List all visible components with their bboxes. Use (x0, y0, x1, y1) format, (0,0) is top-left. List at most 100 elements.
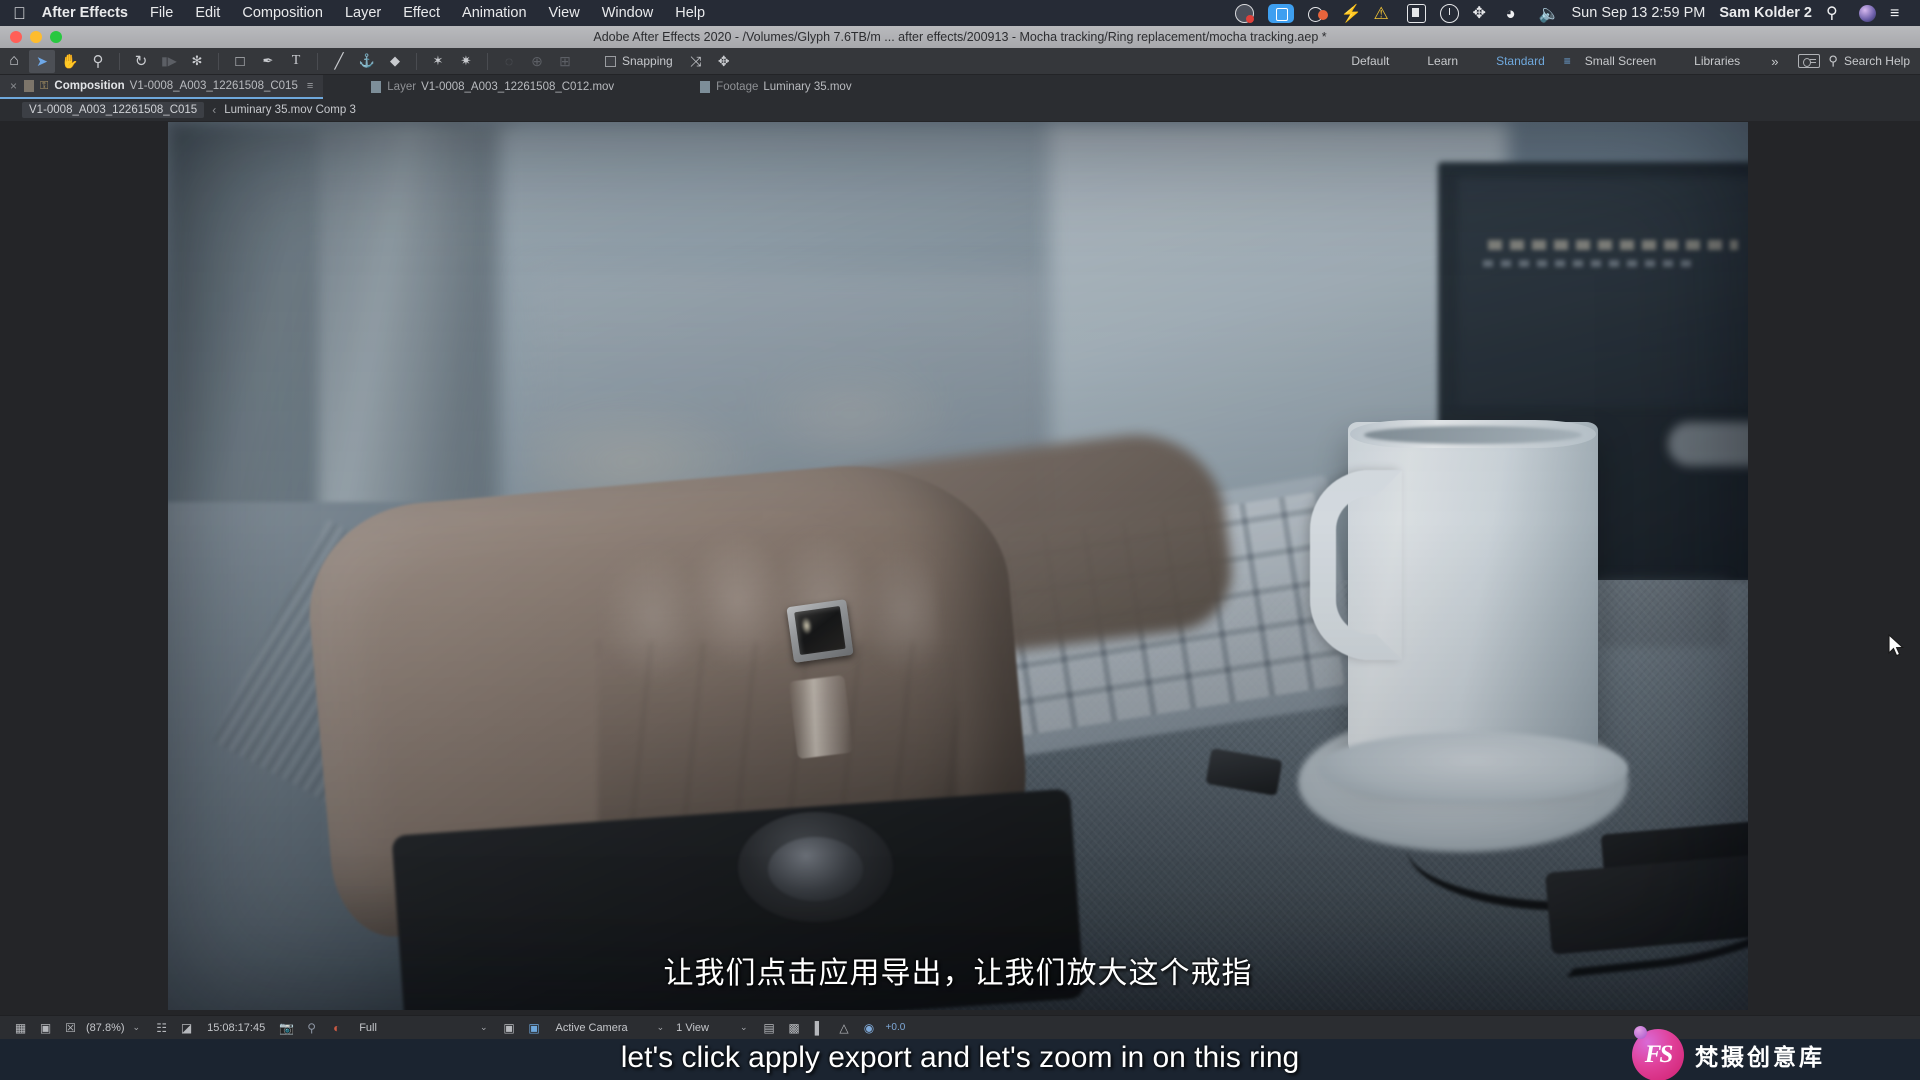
grid-tool-icon[interactable]: ⊞ (552, 50, 578, 73)
show-snapshot-icon[interactable]: ⚲ (303, 1020, 320, 1035)
siri-icon[interactable] (1859, 4, 1876, 22)
control-center-icon[interactable]: ≡ (1890, 4, 1909, 23)
menu-item-help[interactable]: Help (664, 5, 716, 21)
camera-tool-icon[interactable]: ▮▶ (156, 50, 182, 73)
roto-brush-tool-icon[interactable]: ✶ (425, 50, 451, 73)
text-tool-icon[interactable]: T (283, 50, 309, 73)
composition-stage[interactable]: 让我们点击应用导出，让我们放大这个戒指 (168, 122, 1748, 1010)
workspace-layout-icon[interactable] (1798, 54, 1821, 68)
watermark-mark: FS (1644, 1041, 1674, 1068)
warning-icon[interactable]: ⚠ (1374, 4, 1393, 23)
time-machine-icon[interactable] (1439, 3, 1459, 23)
tool-separator-5 (487, 52, 488, 70)
view-layout-chevron-down-icon[interactable]: ⌄ (712, 1022, 757, 1033)
volume-icon[interactable]: 🔈 (1539, 4, 1560, 23)
tab-composition[interactable]: × ⚿ Composition V1-0008_A003_12261508_C0… (0, 75, 324, 99)
app-title-bar: Adobe After Effects 2020 - /Volumes/Glyp… (0, 26, 1920, 48)
resolution-value[interactable]: Full (349, 1022, 380, 1034)
menu-item-animation[interactable]: Animation (451, 5, 537, 21)
toggle-mask-and-shape-path-visibility-icon[interactable]: ▣ (525, 1020, 542, 1035)
workspace-small-screen[interactable]: Small Screen (1585, 54, 1675, 68)
fast-previews-icon[interactable]: ▩ (786, 1020, 803, 1035)
anchor-point-tool-icon[interactable]: ⊕ (524, 50, 550, 73)
brush-tool-icon[interactable]: ╱ (326, 50, 352, 73)
zoom-level-chevron-down-icon[interactable]: ⌄ (128, 1022, 150, 1033)
search-help-field[interactable]: ⚲ Search Help (1828, 53, 1910, 69)
camera-view-value[interactable]: Active Camera (546, 1022, 630, 1034)
take-snapshot-icon[interactable]: 📷 (278, 1020, 295, 1035)
apple-icon[interactable]:  (13, 5, 26, 22)
main-view-icon[interactable]: ▣ (37, 1020, 54, 1035)
shape-tool-icon[interactable]: □ (227, 50, 253, 73)
view-layout-value[interactable]: 1 View (673, 1022, 712, 1034)
composition-swatch-icon (24, 80, 35, 92)
menu-item-effect[interactable]: Effect (392, 5, 451, 21)
zoom-tool-icon[interactable]: ⚲ (85, 50, 111, 73)
reset-exposure-icon[interactable]: ◉ (861, 1020, 878, 1035)
toggle-pixel-aspect-ratio-correction-icon[interactable]: ▤ (761, 1020, 778, 1035)
menu-item-after-effects[interactable]: After Effects (42, 5, 139, 21)
menubar-user[interactable]: Sam Kolder 2 (1719, 5, 1812, 21)
lock-icon[interactable]: ⚿ (40, 80, 48, 93)
resolution-chevron-down-icon[interactable]: ⌄ (380, 1022, 497, 1033)
comp-flowchart-icon[interactable]: △ (836, 1020, 853, 1035)
show-channel-icon[interactable]: ◐ (328, 1020, 345, 1035)
bolt-icon[interactable]: ⚡ (1341, 4, 1362, 23)
zoom-level-value[interactable]: (87.8%) (83, 1022, 128, 1034)
breadcrumb-parent[interactable]: Luminary 35.mov Comp 3 (224, 104, 356, 116)
workspace-menu-icon[interactable]: ≡ (1564, 54, 1585, 68)
exposure-value[interactable]: +0.0 (882, 1022, 906, 1033)
menubar-clock[interactable]: Sun Sep 13 2:59 PM (1572, 5, 1706, 21)
menu-item-file[interactable]: File (139, 5, 184, 21)
globe-icon[interactable] (1234, 3, 1254, 23)
panel-menu-icon[interactable]: ≡ (307, 80, 313, 92)
tab-footage[interactable]: Footage Luminary 35.mov (690, 75, 861, 99)
pan-behind-tool-icon[interactable]: ✻ (184, 50, 210, 73)
close-icon[interactable]: × (10, 79, 17, 93)
snapping-checkbox[interactable] (605, 55, 616, 67)
rotation-tool-icon[interactable]: ↻ (128, 50, 154, 73)
watermark-logo-icon: FS (1632, 1026, 1684, 1080)
workspace-libraries[interactable]: Libraries (1675, 54, 1759, 68)
timeline-icon[interactable]: ▌ (811, 1020, 828, 1035)
crosshair-icon[interactable]: ✥ (1473, 4, 1492, 23)
subtitle-chinese: 让我们点击应用导出，让我们放大这个戒指 (663, 956, 1253, 991)
always-preview-this-view-icon[interactable]: ▦ (12, 1020, 29, 1035)
transparency-grid-icon[interactable]: ◪ (178, 1020, 195, 1035)
clone-stamp-tool-icon[interactable]: ⚓ (354, 50, 380, 73)
composition-viewer-panel[interactable]: 让我们点击应用导出，让我们放大这个戒指 (0, 121, 1920, 1015)
snapping-toggle[interactable]: Snapping (605, 54, 673, 68)
distribute-icon[interactable]: ✥ (711, 50, 737, 73)
toolbox-icon[interactable] (1267, 3, 1294, 23)
pixel-aspect-correction-icon[interactable]: ☒ (62, 1020, 79, 1035)
selection-tool-icon[interactable]: ➤ (29, 49, 55, 73)
menu-item-window[interactable]: Window (591, 5, 665, 21)
menu-item-view[interactable]: View (538, 5, 591, 21)
workspace-overflow-icon[interactable]: » (1759, 54, 1790, 69)
choose-grid-and-guide-options-icon[interactable]: ▣ (500, 1020, 517, 1035)
workspace-default[interactable]: Default (1332, 54, 1408, 68)
home-icon[interactable]: ⌂ (1, 50, 27, 73)
screen-capture-icon[interactable] (1406, 3, 1426, 23)
eraser-tool-icon[interactable]: ◆ (382, 50, 408, 73)
workspace-standard[interactable]: Standard (1477, 54, 1564, 68)
ae-tool-bar: ⌂ ➤ ✋ ⚲ ↻ ▮▶ ✻ □ ✒ T ╱ ⚓ ◆ ✶ ✷ ◌ ⊕ ⊞ Sna (0, 48, 1920, 75)
tab-layer[interactable]: Layer V1-0008_A003_12261508_C012.mov (361, 75, 624, 99)
menu-item-composition[interactable]: Composition (231, 5, 334, 21)
pen-tool-icon[interactable]: ✒ (255, 50, 281, 73)
menu-item-edit[interactable]: Edit (184, 5, 231, 21)
menu-item-layer[interactable]: Layer (334, 5, 392, 21)
mask-feather-tool-icon[interactable]: ◌ (496, 50, 522, 73)
spotlight-search-icon[interactable]: ⚲ (1826, 4, 1845, 23)
camera-view-chevron-down-icon[interactable]: ⌄ (631, 1022, 674, 1033)
timecode-value[interactable]: 15:08:17:45 (199, 1022, 268, 1034)
align-icon[interactable]: ⤨ (683, 50, 709, 73)
tool-separator-3 (317, 52, 318, 70)
droplets-icon[interactable] (1307, 4, 1328, 23)
breadcrumb-current[interactable]: V1-0008_A003_12261508_C015 (22, 102, 205, 118)
workspace-learn[interactable]: Learn (1408, 54, 1477, 68)
hand-tool-icon[interactable]: ✋ (57, 50, 83, 73)
wifi-icon[interactable]: ◕ (1506, 4, 1525, 23)
puppet-pin-tool-icon[interactable]: ✷ (453, 50, 479, 73)
region-of-interest-icon[interactable]: ☷ (153, 1020, 170, 1035)
